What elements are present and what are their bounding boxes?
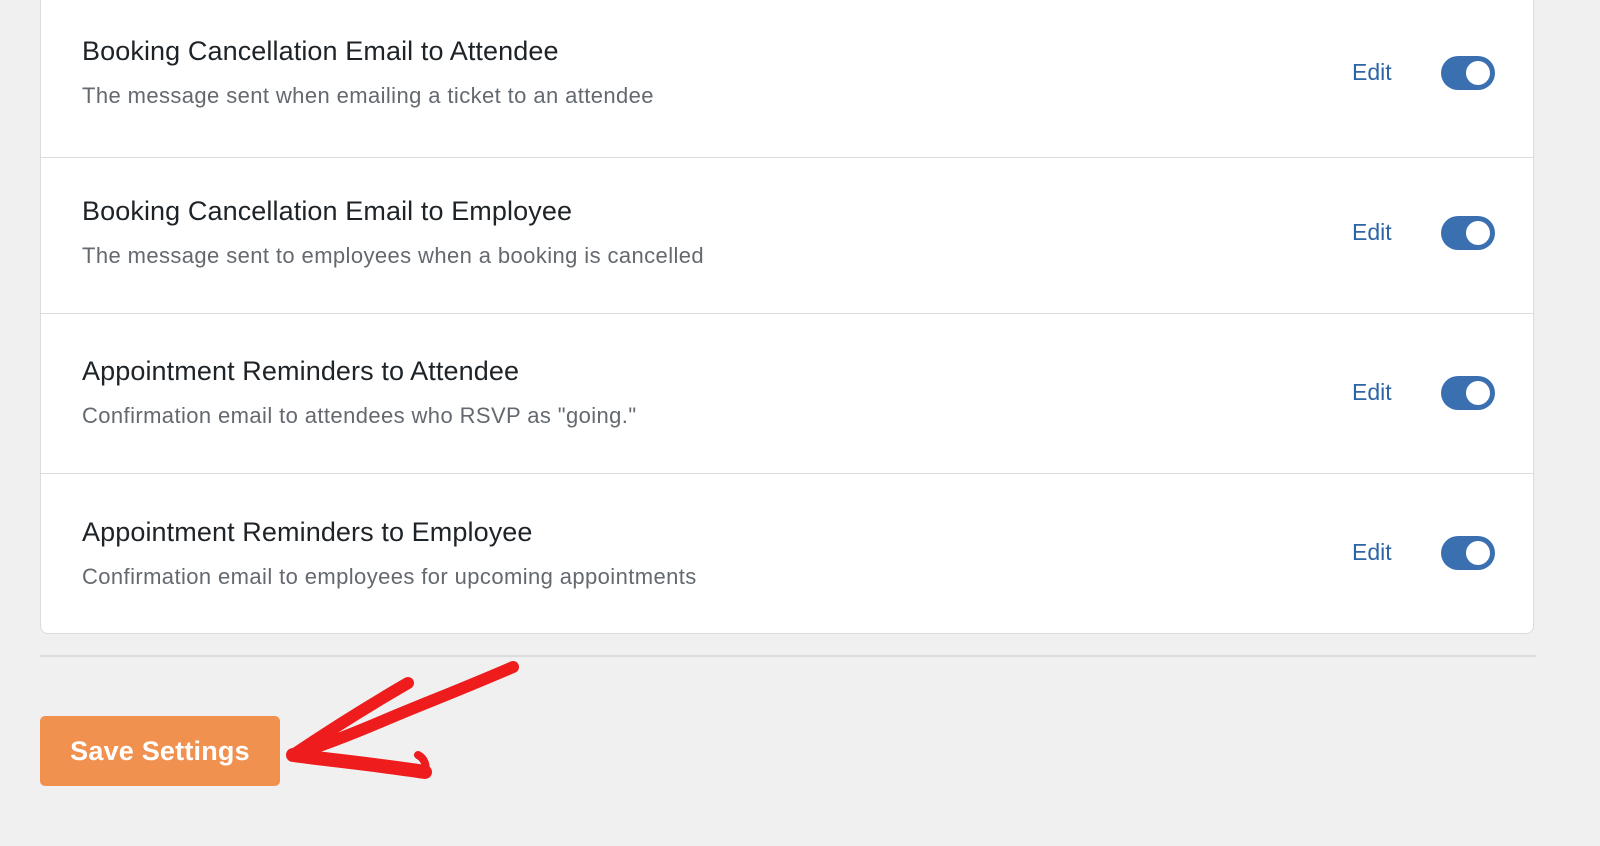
notification-title: Appointment Reminders to Employee — [82, 517, 533, 547]
section-divider — [40, 655, 1536, 657]
toggle-knob — [1466, 381, 1490, 405]
notification-title: Booking Cancellation Email to Attendee — [82, 36, 559, 66]
edit-link[interactable]: Edit — [1352, 379, 1392, 406]
enabled-toggle[interactable] — [1441, 376, 1495, 410]
notification-row-attendee-cancellation: Booking Cancellation Email to Attendee T… — [41, 0, 1533, 158]
save-settings-button[interactable]: Save Settings — [40, 716, 280, 786]
notification-description: The message sent to employees when a boo… — [82, 243, 705, 268]
toggle-knob — [1466, 221, 1490, 245]
notification-row-employee-cancellation: Booking Cancellation Email to Employee T… — [41, 154, 1533, 314]
notification-title: Appointment Reminders to Attendee — [82, 356, 520, 386]
notification-description: Confirmation email to attendees who RSVP… — [82, 403, 637, 428]
toggle-knob — [1466, 541, 1490, 565]
notification-description: Confirmation email to employees for upco… — [82, 564, 697, 589]
enabled-toggle[interactable] — [1441, 56, 1495, 90]
notification-description: The message sent when emailing a ticket … — [82, 83, 654, 108]
notification-row-attendee-reminders: Appointment Reminders to Attendee Confir… — [41, 314, 1533, 474]
enabled-toggle[interactable] — [1441, 216, 1495, 250]
notification-row-employee-reminders: Appointment Reminders to Employee Confir… — [41, 474, 1533, 634]
notification-title: Booking Cancellation Email to Employee — [82, 196, 573, 226]
edit-link[interactable]: Edit — [1352, 539, 1392, 566]
toggle-knob — [1466, 61, 1490, 85]
enabled-toggle[interactable] — [1441, 536, 1495, 570]
edit-link[interactable]: Edit — [1352, 59, 1392, 86]
email-notifications-card: Booking Cancellation Email to Attendee T… — [40, 0, 1534, 634]
edit-link[interactable]: Edit — [1352, 219, 1392, 246]
